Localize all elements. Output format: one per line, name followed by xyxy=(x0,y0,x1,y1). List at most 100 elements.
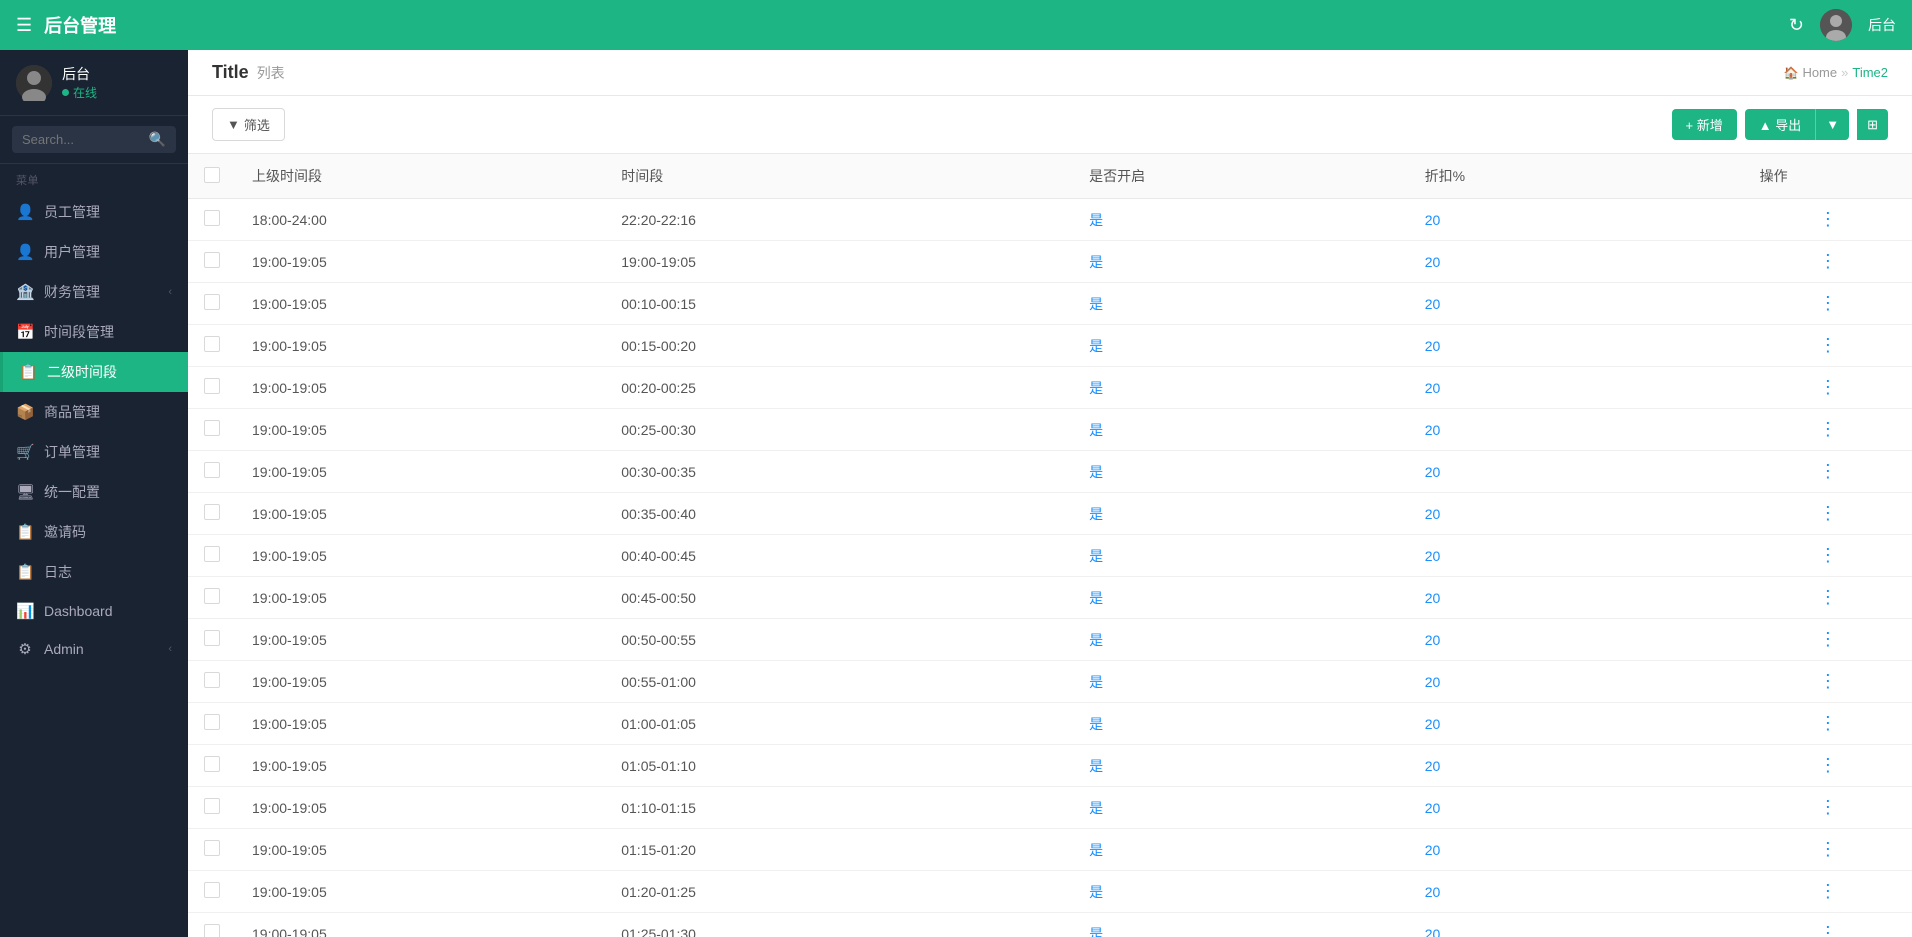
row-discount-2[interactable]: 20 xyxy=(1409,283,1744,325)
row-discount-14[interactable]: 20 xyxy=(1409,787,1744,829)
row-action-btn-5[interactable]: ⋮ xyxy=(1760,419,1896,440)
row-action-btn-15[interactable]: ⋮ xyxy=(1760,839,1896,860)
row-action-btn-3[interactable]: ⋮ xyxy=(1760,335,1896,356)
row-enabled-12[interactable]: 是 xyxy=(1073,703,1409,745)
row-checkbox-cell-10[interactable] xyxy=(188,619,236,661)
row-checkbox-cell-13[interactable] xyxy=(188,745,236,787)
row-discount-12[interactable]: 20 xyxy=(1409,703,1744,745)
row-checkbox-0[interactable] xyxy=(204,210,220,226)
row-checkbox-6[interactable] xyxy=(204,462,220,478)
row-checkbox-cell-5[interactable] xyxy=(188,409,236,451)
row-discount-11[interactable]: 20 xyxy=(1409,661,1744,703)
row-enabled-5[interactable]: 是 xyxy=(1073,409,1409,451)
row-action-btn-13[interactable]: ⋮ xyxy=(1760,755,1896,776)
row-enabled-10[interactable]: 是 xyxy=(1073,619,1409,661)
row-enabled-17[interactable]: 是 xyxy=(1073,913,1409,937)
row-checkbox-4[interactable] xyxy=(204,378,220,394)
select-all-header[interactable] xyxy=(188,154,236,199)
row-checkbox-14[interactable] xyxy=(204,798,220,814)
sidebar-item-finance[interactable]: 🏦 财务管理 ‹ xyxy=(0,272,188,312)
sidebar-item-second-timeslot[interactable]: 📋 二级时间段 xyxy=(0,352,188,392)
row-discount-10[interactable]: 20 xyxy=(1409,619,1744,661)
row-checkbox-cell-7[interactable] xyxy=(188,493,236,535)
row-checkbox-cell-1[interactable] xyxy=(188,241,236,283)
row-checkbox-cell-8[interactable] xyxy=(188,535,236,577)
row-checkbox-cell-9[interactable] xyxy=(188,577,236,619)
breadcrumb-home[interactable]: Home xyxy=(1802,65,1837,80)
sidebar-item-timeslot[interactable]: 📅 时间段管理 xyxy=(0,312,188,352)
sidebar-item-dashboard[interactable]: 📊 Dashboard xyxy=(0,592,188,630)
row-action-btn-7[interactable]: ⋮ xyxy=(1760,503,1896,524)
row-discount-0[interactable]: 20 xyxy=(1409,199,1744,241)
row-checkbox-cell-15[interactable] xyxy=(188,829,236,871)
row-action-btn-1[interactable]: ⋮ xyxy=(1760,251,1896,272)
sidebar-item-invite[interactable]: 📋 邀请码 xyxy=(0,512,188,552)
select-all-checkbox[interactable] xyxy=(204,167,220,183)
row-action-btn-2[interactable]: ⋮ xyxy=(1760,293,1896,314)
filter-button[interactable]: ▼ 筛选 xyxy=(212,108,285,141)
row-checkbox-cell-6[interactable] xyxy=(188,451,236,493)
row-checkbox-11[interactable] xyxy=(204,672,220,688)
menu-icon[interactable]: ☰ xyxy=(16,15,32,36)
row-enabled-1[interactable]: 是 xyxy=(1073,241,1409,283)
row-checkbox-cell-3[interactable] xyxy=(188,325,236,367)
row-enabled-2[interactable]: 是 xyxy=(1073,283,1409,325)
row-checkbox-cell-2[interactable] xyxy=(188,283,236,325)
row-enabled-0[interactable]: 是 xyxy=(1073,199,1409,241)
row-discount-13[interactable]: 20 xyxy=(1409,745,1744,787)
row-checkbox-12[interactable] xyxy=(204,714,220,730)
row-enabled-13[interactable]: 是 xyxy=(1073,745,1409,787)
row-action-btn-6[interactable]: ⋮ xyxy=(1760,461,1896,482)
row-discount-16[interactable]: 20 xyxy=(1409,871,1744,913)
row-enabled-14[interactable]: 是 xyxy=(1073,787,1409,829)
row-enabled-8[interactable]: 是 xyxy=(1073,535,1409,577)
row-action-btn-0[interactable]: ⋮ xyxy=(1760,209,1896,230)
sidebar-item-staff[interactable]: 👤 员工管理 xyxy=(0,192,188,232)
row-checkbox-5[interactable] xyxy=(204,420,220,436)
row-action-btn-16[interactable]: ⋮ xyxy=(1760,881,1896,902)
row-enabled-11[interactable]: 是 xyxy=(1073,661,1409,703)
row-checkbox-16[interactable] xyxy=(204,882,220,898)
row-action-btn-12[interactable]: ⋮ xyxy=(1760,713,1896,734)
row-enabled-16[interactable]: 是 xyxy=(1073,871,1409,913)
row-action-btn-14[interactable]: ⋮ xyxy=(1760,797,1896,818)
row-discount-7[interactable]: 20 xyxy=(1409,493,1744,535)
row-action-btn-17[interactable]: ⋮ xyxy=(1760,923,1896,937)
search-input[interactable] xyxy=(22,132,143,147)
row-checkbox-15[interactable] xyxy=(204,840,220,856)
sidebar-item-config[interactable]: 🖥 统一配置 xyxy=(0,472,188,512)
row-checkbox-2[interactable] xyxy=(204,294,220,310)
row-action-btn-10[interactable]: ⋮ xyxy=(1760,629,1896,650)
row-checkbox-9[interactable] xyxy=(204,588,220,604)
row-discount-3[interactable]: 20 xyxy=(1409,325,1744,367)
row-checkbox-cell-11[interactable] xyxy=(188,661,236,703)
row-enabled-7[interactable]: 是 xyxy=(1073,493,1409,535)
row-enabled-3[interactable]: 是 xyxy=(1073,325,1409,367)
row-checkbox-7[interactable] xyxy=(204,504,220,520)
sidebar-item-log[interactable]: 📋 日志 xyxy=(0,552,188,592)
row-enabled-9[interactable]: 是 xyxy=(1073,577,1409,619)
row-enabled-4[interactable]: 是 xyxy=(1073,367,1409,409)
row-discount-1[interactable]: 20 xyxy=(1409,241,1744,283)
refresh-icon[interactable]: ↻ xyxy=(1789,15,1804,36)
row-checkbox-cell-17[interactable] xyxy=(188,913,236,937)
sidebar-item-admin[interactable]: ⚙ Admin ‹ xyxy=(0,630,188,668)
row-checkbox-17[interactable] xyxy=(204,924,220,937)
row-discount-15[interactable]: 20 xyxy=(1409,829,1744,871)
row-discount-8[interactable]: 20 xyxy=(1409,535,1744,577)
row-action-btn-4[interactable]: ⋮ xyxy=(1760,377,1896,398)
row-discount-9[interactable]: 20 xyxy=(1409,577,1744,619)
row-checkbox-cell-12[interactable] xyxy=(188,703,236,745)
row-enabled-6[interactable]: 是 xyxy=(1073,451,1409,493)
row-checkbox-3[interactable] xyxy=(204,336,220,352)
sidebar-item-order[interactable]: 🛒 订单管理 xyxy=(0,432,188,472)
row-checkbox-8[interactable] xyxy=(204,546,220,562)
row-checkbox-cell-14[interactable] xyxy=(188,787,236,829)
row-discount-17[interactable]: 20 xyxy=(1409,913,1744,937)
row-checkbox-cell-0[interactable] xyxy=(188,199,236,241)
row-action-btn-9[interactable]: ⋮ xyxy=(1760,587,1896,608)
row-checkbox-1[interactable] xyxy=(204,252,220,268)
row-checkbox-cell-4[interactable] xyxy=(188,367,236,409)
export-button[interactable]: ▲ 导出 xyxy=(1745,109,1815,140)
row-discount-5[interactable]: 20 xyxy=(1409,409,1744,451)
